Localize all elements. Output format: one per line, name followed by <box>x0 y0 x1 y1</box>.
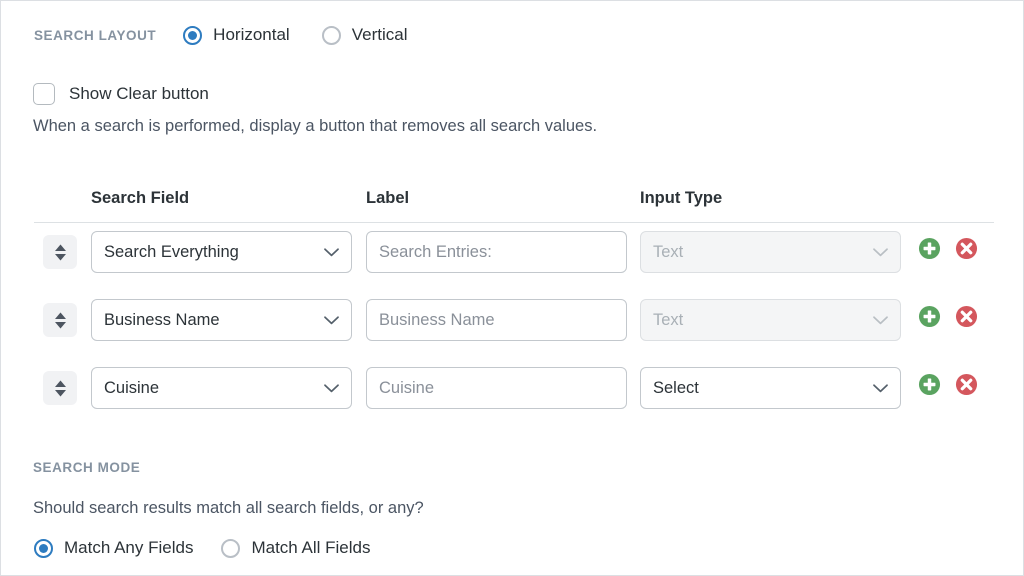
radio-match-all-indicator[interactable] <box>221 538 241 558</box>
chevron-down-icon <box>324 315 339 324</box>
drag-handle-icon[interactable] <box>43 303 77 337</box>
input-label-text[interactable]: Business Name <box>366 299 627 341</box>
table-row: Business Name Business Name Text <box>34 291 994 359</box>
remove-row-icon[interactable] <box>955 305 978 328</box>
search-mode-heading: SEARCH MODE <box>33 460 141 475</box>
add-row-icon[interactable] <box>918 305 941 328</box>
search-mode-options: Match Any Fields Match All Fields <box>34 538 399 558</box>
search-layout-section: SEARCH LAYOUT Horizontal Vertical <box>34 25 439 45</box>
select-search-field-value: Cuisine <box>104 378 160 397</box>
select-input-type-value: Text <box>653 310 684 329</box>
column-header-search-field: Search Field <box>91 189 190 207</box>
select-search-field-value: Search Everything <box>104 242 239 261</box>
row-actions <box>918 373 978 396</box>
radio-match-all-label: Match All Fields <box>251 538 371 557</box>
radio-match-any-indicator[interactable] <box>34 538 53 558</box>
select-search-field[interactable]: Cuisine <box>91 367 352 409</box>
chevron-down-icon <box>324 383 339 392</box>
select-input-type[interactable]: Select <box>640 367 901 409</box>
show-clear-button-description: When a search is performed, display a bu… <box>33 117 598 135</box>
input-label-text[interactable]: Cuisine <box>366 367 627 409</box>
search-mode-description: Should search results match all search f… <box>33 499 424 517</box>
row-actions <box>918 237 978 260</box>
radio-vertical-indicator[interactable] <box>321 25 341 45</box>
radio-horizontal-label: Horizontal <box>213 25 290 44</box>
select-input-type-value: Text <box>653 242 684 261</box>
radio-search-layout-vertical[interactable]: Vertical <box>321 25 408 45</box>
input-label-text-value: Business Name <box>379 310 495 329</box>
chevron-down-icon <box>324 247 339 256</box>
select-search-field-value: Business Name <box>104 310 220 329</box>
show-clear-button-label: Show Clear button <box>69 84 209 103</box>
show-clear-button-checkbox[interactable] <box>33 83 55 105</box>
radio-search-layout-horizontal[interactable]: Horizontal <box>183 25 290 45</box>
remove-row-icon[interactable] <box>955 373 978 396</box>
row-actions <box>918 305 978 328</box>
remove-row-icon[interactable] <box>955 237 978 260</box>
radio-match-all-fields[interactable]: Match All Fields <box>221 538 371 558</box>
select-input-type[interactable]: Text <box>640 231 901 273</box>
column-header-label: Label <box>366 189 410 207</box>
show-clear-button-checkbox-row[interactable]: Show Clear button <box>33 83 209 105</box>
radio-horizontal-indicator[interactable] <box>183 25 203 45</box>
table-row: Search Everything Search Entries: Text <box>34 223 994 291</box>
table-header-row: Search Field Label Input Type <box>34 189 994 223</box>
select-input-type[interactable]: Text <box>640 299 901 341</box>
chevron-down-icon <box>873 315 888 324</box>
select-input-type-value: Select <box>653 378 699 397</box>
input-label-text-value: Cuisine <box>379 378 435 397</box>
select-search-field[interactable]: Business Name <box>91 299 352 341</box>
drag-handle-icon[interactable] <box>43 235 77 269</box>
chevron-down-icon <box>873 383 888 392</box>
add-row-icon[interactable] <box>918 237 941 260</box>
column-header-input-type: Input Type <box>640 189 723 207</box>
table-row: Cuisine Cuisine Select <box>34 359 994 427</box>
search-fields-table: Search Field Label Input Type Search Eve… <box>34 189 994 427</box>
drag-handle-icon[interactable] <box>43 371 77 405</box>
add-row-icon[interactable] <box>918 373 941 396</box>
search-layout-heading: SEARCH LAYOUT <box>34 27 157 43</box>
settings-panel: SEARCH LAYOUT Horizontal Vertical Show C… <box>0 0 1024 576</box>
radio-vertical-label: Vertical <box>351 25 408 44</box>
radio-match-any-fields[interactable]: Match Any Fields <box>34 538 193 558</box>
radio-match-any-label: Match Any Fields <box>64 538 194 557</box>
select-search-field[interactable]: Search Everything <box>91 231 352 273</box>
input-label-text-value: Search Entries: <box>379 242 492 261</box>
input-label-text[interactable]: Search Entries: <box>366 231 627 273</box>
chevron-down-icon <box>873 247 888 256</box>
